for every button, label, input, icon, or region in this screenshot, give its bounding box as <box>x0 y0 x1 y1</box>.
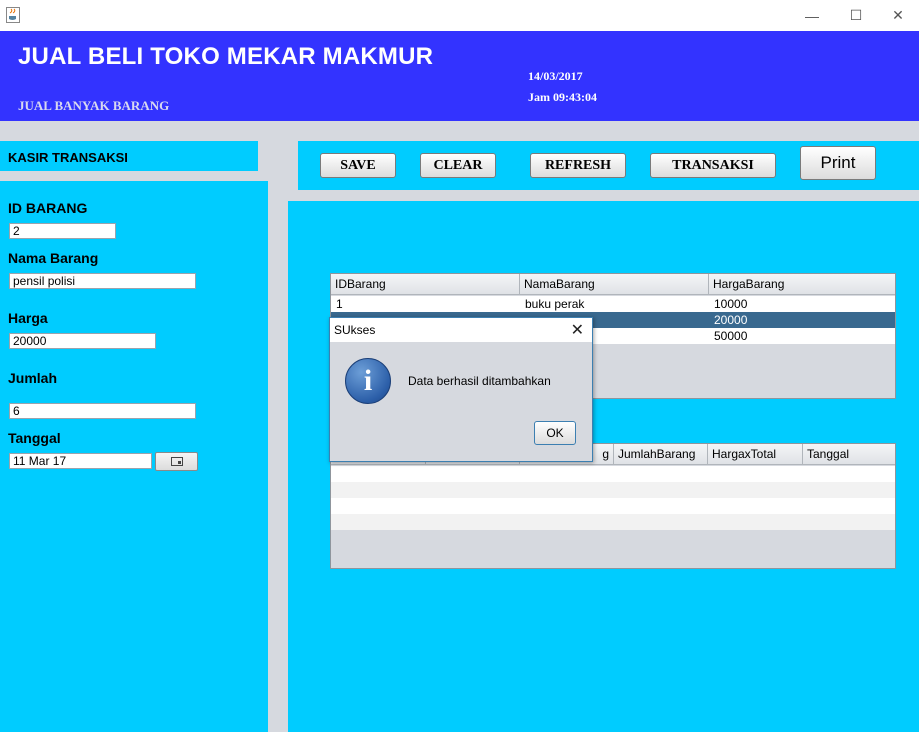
clear-button[interactable]: CLEAR <box>420 153 496 178</box>
nama-barang-label: Nama Barang <box>8 250 99 266</box>
transaksi-button[interactable]: TRANSAKSI <box>650 153 776 178</box>
column-header[interactable]: JumlahBarang <box>614 444 708 465</box>
header-clock: Jam 09:43:04 <box>528 90 597 104</box>
jumlah-field[interactable]: 6 <box>9 403 196 419</box>
save-button[interactable]: SAVE <box>320 153 396 178</box>
dialog-title: SUkses <box>334 323 376 337</box>
close-window-button[interactable]: ✕ <box>878 0 918 31</box>
table-cell: 10000 <box>714 297 748 311</box>
table-cell: 1 <box>336 297 343 311</box>
id-barang-label: ID BARANG <box>8 200 88 216</box>
window-titlebar: — ☐ ✕ <box>0 0 919 31</box>
table-row[interactable]: 1 buku perak 10000 <box>331 296 895 312</box>
app-subtitle: JUAL BANYAK BARANG <box>18 98 170 113</box>
tanggal-date-field[interactable]: 11 Mar 17 <box>9 453 152 469</box>
app-title: JUAL BELI TOKO MEKAR MAKMUR <box>18 43 434 70</box>
harga-field[interactable]: 20000 <box>9 333 156 349</box>
table-cell: buku perak <box>525 297 585 311</box>
kasir-section-title: KASIR TRANSAKSI <box>8 150 128 165</box>
transaction-form-panel: ID BARANG 2 Nama Barang pensil polisi Ha… <box>0 181 268 732</box>
column-header[interactable]: NamaBarang <box>520 274 709 295</box>
column-header[interactable]: HargaxTotal <box>708 444 803 465</box>
table-row[interactable] <box>331 498 895 514</box>
print-button[interactable]: Print <box>800 146 876 180</box>
maximize-button[interactable]: ☐ <box>836 0 876 31</box>
column-header[interactable]: Tanggal <box>803 444 895 465</box>
jumlah-label: Jumlah <box>8 370 58 386</box>
nama-barang-field[interactable]: pensil polisi <box>9 273 196 289</box>
barang-table-header: IDBarang NamaBarang HargaBarang <box>331 274 895 295</box>
success-dialog: SUkses ✕ i Data berhasil ditambahkan OK <box>329 317 593 462</box>
dialog-message: Data berhasil ditambahkan <box>408 374 551 388</box>
table-cell: 50000 <box>714 329 748 343</box>
kasir-section-bar: KASIR TRANSAKSI <box>0 141 258 171</box>
dialog-titlebar: SUkses ✕ <box>330 318 592 342</box>
table-row[interactable] <box>331 466 895 482</box>
column-header[interactable]: HargaBarang <box>709 274 895 295</box>
column-header[interactable]: IDBarang <box>331 274 520 295</box>
dialog-close-icon[interactable]: ✕ <box>571 320 584 340</box>
harga-label: Harga <box>8 310 48 326</box>
action-toolbar: SAVE CLEAR REFRESH TRANSAKSI Print <box>298 141 919 190</box>
info-icon: i <box>345 358 391 404</box>
id-barang-field[interactable]: 2 <box>9 223 116 239</box>
minimize-button[interactable]: — <box>792 0 832 31</box>
table-cell: 20000 <box>714 313 748 327</box>
refresh-button[interactable]: REFRESH <box>530 153 626 178</box>
table-row[interactable] <box>331 514 895 530</box>
date-picker-button[interactable] <box>155 452 198 471</box>
ok-button[interactable]: OK <box>534 421 576 445</box>
header-date: 14/03/2017 <box>528 69 583 83</box>
tanggal-label: Tanggal <box>8 430 61 446</box>
app-header: JUAL BELI TOKO MEKAR MAKMUR 14/03/2017 J… <box>0 31 919 121</box>
table-row[interactable] <box>331 482 895 498</box>
calendar-icon <box>170 457 183 466</box>
java-app-icon <box>6 7 20 23</box>
